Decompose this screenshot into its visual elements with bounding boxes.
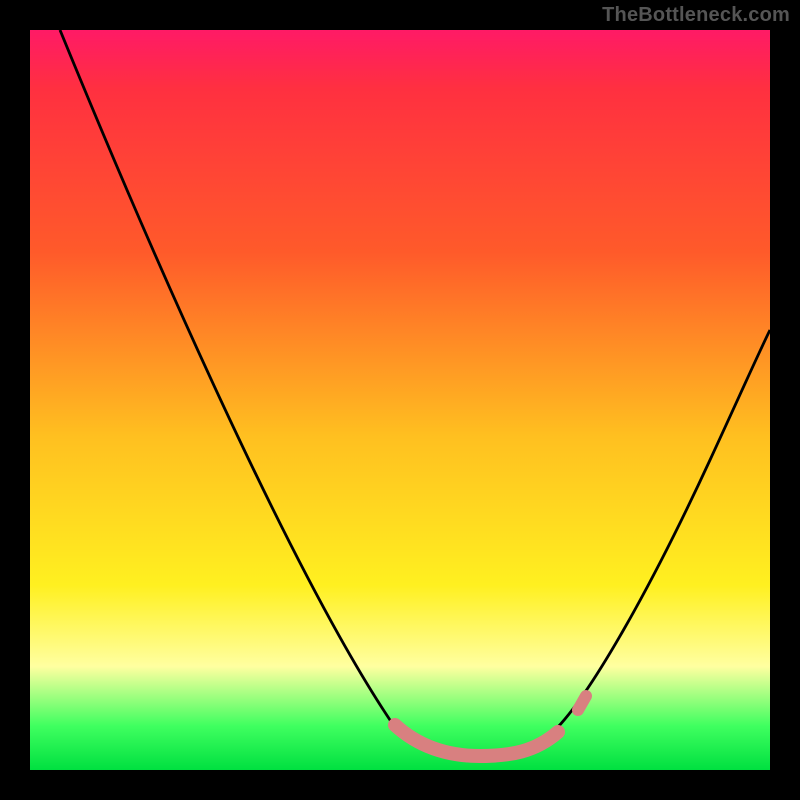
line-floor-band	[395, 725, 558, 756]
chart-frame: TheBottleneck.com	[0, 0, 800, 800]
plot-area	[30, 30, 770, 770]
line-main-curve	[60, 30, 770, 754]
watermark-text: TheBottleneck.com	[602, 4, 790, 27]
line-floor-band-tick	[578, 696, 586, 710]
curve-layer	[30, 30, 770, 770]
